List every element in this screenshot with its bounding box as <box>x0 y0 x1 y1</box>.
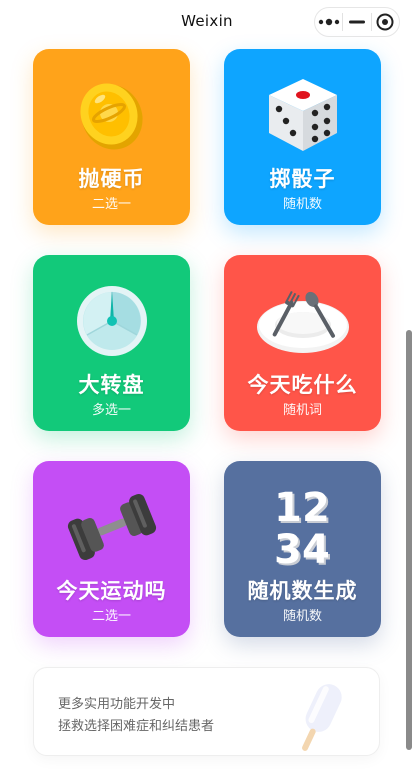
plate-cutlery-icon <box>224 277 381 365</box>
minimize-icon <box>348 20 365 24</box>
title-bar: Weixin <box>0 0 414 44</box>
menu-capsule <box>314 7 400 37</box>
scrollbar[interactable] <box>406 330 412 750</box>
card-subtitle: 随机数 <box>282 197 322 212</box>
svg-text:3: 3 <box>274 527 302 571</box>
card-title: 随机数生成 <box>247 579 358 603</box>
page: Weixin 抛硬币 二选一 掷骰子 随机数 大转盘 多选一 今天吃什么 随机词… <box>0 0 414 780</box>
card-spin-wheel[interactable]: 大转盘 多选一 <box>33 255 190 431</box>
more-button[interactable] <box>315 8 342 36</box>
card-title: 今天吃什么 <box>247 373 358 397</box>
card-subtitle: 多选一 <box>91 403 131 418</box>
card-subtitle: 随机数 <box>282 609 322 624</box>
card-title: 掷骰子 <box>269 167 336 191</box>
close-button[interactable] <box>372 8 399 36</box>
coming-soon-tip: 更多实用功能开发中 拯救选择困难症和纠结患者 <box>33 667 380 756</box>
card-random-number[interactable]: 1 1 2 2 3 3 4 4 随机数生成 随机数 <box>224 461 381 637</box>
more-dots-icon <box>318 18 339 26</box>
svg-text:1: 1 <box>274 485 302 531</box>
numbers-1234-icon: 1 1 2 2 3 3 4 4 <box>224 475 381 575</box>
target-close-icon <box>376 13 394 31</box>
card-exercise-today[interactable]: 今天运动吗 二选一 <box>33 461 190 637</box>
card-coin-flip[interactable]: 抛硬币 二选一 <box>33 49 190 225</box>
card-title: 抛硬币 <box>78 167 145 191</box>
card-subtitle: 随机词 <box>282 403 322 418</box>
card-dice-roll[interactable]: 掷骰子 随机数 <box>224 49 381 225</box>
card-what-to-eat[interactable]: 今天吃什么 随机词 <box>224 255 381 431</box>
spinner-wheel-icon <box>33 277 190 365</box>
card-subtitle: 二选一 <box>91 197 131 212</box>
dumbbell-icon <box>33 483 190 571</box>
dice-icon <box>224 71 381 159</box>
tip-line-2: 拯救选择困难症和纠结患者 <box>58 719 215 734</box>
coin-icon <box>33 71 190 159</box>
popsicle-icon <box>289 678 349 755</box>
card-title: 今天运动吗 <box>56 579 167 603</box>
card-title: 大转盘 <box>78 373 145 397</box>
svg-text:4: 4 <box>302 527 330 571</box>
card-subtitle: 二选一 <box>91 609 131 624</box>
minimize-button[interactable] <box>343 8 370 36</box>
svg-text:2: 2 <box>302 485 330 531</box>
tip-line-1: 更多实用功能开发中 <box>58 697 176 712</box>
